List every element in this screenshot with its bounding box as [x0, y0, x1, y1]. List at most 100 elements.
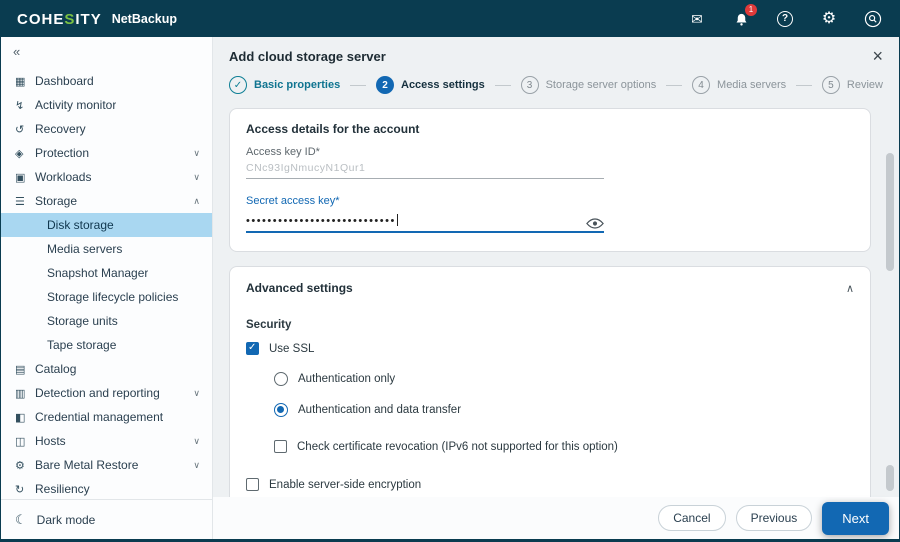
- sidebar-item-label: Hosts: [35, 434, 66, 448]
- sidebar-item-dashboard[interactable]: ▦ Dashboard: [1, 69, 212, 93]
- bare-metal-restore-icon: ⚙: [15, 459, 25, 472]
- sidebar-item-label: Activity monitor: [35, 98, 117, 112]
- topbar-icons: ✉ 1 ? ⚙: [687, 4, 883, 29]
- settings-icon[interactable]: ⚙: [819, 9, 839, 29]
- check-certificate-revocation-checkbox[interactable]: [274, 440, 287, 453]
- next-button[interactable]: Next: [822, 501, 889, 535]
- protection-icon: ◈: [15, 147, 24, 160]
- sidebar-item-label: Resiliency: [35, 482, 90, 496]
- question-glyph: ?: [777, 11, 793, 27]
- sidebar-item-label: Recovery: [35, 122, 86, 136]
- auth-only-row: Authentication only: [230, 363, 870, 394]
- step-basic-properties[interactable]: ✓ Basic properties: [229, 76, 340, 94]
- sidebar-item-workloads[interactable]: ▣ Workloads ∨: [1, 165, 212, 189]
- sidebar: « ▦ Dashboard ↯ Activity monitor ↺ Recovery…: [1, 37, 213, 539]
- notifications-icon[interactable]: 1: [731, 4, 757, 29]
- stepper-connector: [494, 84, 511, 86]
- sidebar-item-catalog[interactable]: ▤ Catalog: [1, 357, 212, 381]
- mail-glyph: ✉: [691, 11, 703, 27]
- access-key-value: CNc93IgNmucyN1Qur1: [246, 162, 366, 174]
- sidebar-item-storage-units[interactable]: Storage units: [1, 309, 212, 333]
- sidebar-item-snapshot-manager[interactable]: Snapshot Manager: [1, 261, 212, 285]
- collapse-section-icon[interactable]: ∧: [846, 282, 854, 295]
- credential-management-icon: ◧: [15, 411, 26, 424]
- use-ssl-label: Use SSL: [269, 342, 315, 355]
- eye-icon: [586, 218, 604, 229]
- cancel-button[interactable]: Cancel: [658, 505, 726, 531]
- sidebar-item-label: Storage lifecycle policies: [47, 290, 179, 304]
- scrollbar-down-button[interactable]: [886, 465, 894, 491]
- sidebar-item-label: Protection: [35, 146, 90, 160]
- security-section-title: Security: [246, 319, 292, 331]
- enable-server-side-encryption-checkbox[interactable]: [246, 478, 259, 491]
- sidebar-item-disk-storage[interactable]: Disk storage: [1, 213, 212, 237]
- sidebar-item-media-servers[interactable]: Media servers: [1, 237, 212, 261]
- authentication-and-data-transfer-label: Authentication and data transfer: [298, 404, 462, 416]
- workloads-icon: ▣: [15, 171, 26, 184]
- use-ssl-checkbox[interactable]: [246, 342, 259, 355]
- check-certificate-revocation-label: Check certificate revocation (IPv6 not s…: [297, 440, 618, 453]
- access-key-input[interactable]: CNc93IgNmucyN1Qur1: [246, 162, 604, 179]
- stepper-connector: [666, 84, 683, 86]
- sidebar-item-hosts[interactable]: ◫ Hosts ∨: [1, 429, 212, 453]
- access-details-card: Access details for the account Access ke…: [229, 108, 871, 252]
- logo-text: COHE: [17, 10, 65, 28]
- step-number: 3: [520, 76, 539, 94]
- sidebar-collapse-button[interactable]: «: [13, 44, 20, 59]
- resiliency-icon: ↻: [15, 483, 25, 496]
- cert-revocation-row: Check certificate revocation (IPv6 not s…: [230, 431, 870, 461]
- use-ssl-row: Use SSL: [230, 333, 870, 363]
- search-glyph: [864, 10, 882, 28]
- dark-mode-toggle[interactable]: ☾ Dark mode: [1, 499, 212, 539]
- step-review[interactable]: 5 Review: [821, 76, 883, 94]
- sidebar-item-label: Media servers: [47, 242, 123, 256]
- messages-icon[interactable]: ✉: [687, 9, 707, 29]
- chevron-down-icon: ∨: [193, 147, 200, 158]
- chevron-down-icon: ∨: [193, 387, 200, 398]
- chevron-up-icon: ∧: [193, 195, 200, 206]
- sidebar-item-label: Storage: [35, 194, 78, 208]
- previous-button[interactable]: Previous: [735, 505, 813, 531]
- sidebar-item-storage[interactable]: ☰ Storage ∧: [1, 189, 212, 213]
- authentication-only-radio[interactable]: [274, 372, 288, 386]
- close-icon[interactable]: ×: [872, 47, 883, 65]
- sidebar-nav: ▦ Dashboard ↯ Activity monitor ↺ Recovery ◈…: [1, 65, 212, 499]
- advanced-settings-card: Advanced settings ∧ Security Use SSL Aut…: [229, 266, 871, 497]
- help-icon[interactable]: ?: [775, 9, 795, 29]
- sidebar-item-protection[interactable]: ◈ Protection ∨: [1, 141, 212, 165]
- vertical-scrollbar[interactable]: [885, 149, 895, 491]
- step-access-settings[interactable]: 2 Access settings: [376, 76, 485, 94]
- netbackup-app-window: COHESITY NetBackup ✉ 1 ? ⚙ « ▦ Dashboard …: [0, 0, 900, 542]
- sidebar-item-label: Bare Metal Restore: [35, 458, 139, 472]
- step-number: 2: [376, 76, 394, 94]
- top-bar: COHESITY NetBackup ✉ 1 ? ⚙: [1, 1, 899, 37]
- show-password-icon[interactable]: [586, 218, 604, 229]
- sidebar-item-label: Detection and reporting: [35, 386, 160, 400]
- chevron-down-icon: ∨: [193, 459, 200, 470]
- sidebar-item-label: Catalog: [35, 362, 77, 376]
- sidebar-item-bare-metal-restore[interactable]: ⚙ Bare Metal Restore ∨: [1, 453, 212, 477]
- secret-key-input[interactable]: ••••••••••••••••••••••••••••: [246, 211, 604, 233]
- sidebar-item-label: Tape storage: [47, 338, 117, 352]
- sidebar-item-tape-storage[interactable]: Tape storage: [1, 333, 212, 357]
- notification-badge: 1: [745, 4, 757, 16]
- sidebar-item-credential-management[interactable]: ◧ Credential management: [1, 405, 212, 429]
- step-label: Media servers: [717, 79, 787, 91]
- step-check-icon: ✓: [229, 76, 247, 94]
- sidebar-item-detection-and-reporting[interactable]: ▥ Detection and reporting ∨: [1, 381, 212, 405]
- sidebar-item-storage-lifecycle-policies[interactable]: Storage lifecycle policies: [1, 285, 212, 309]
- sidebar-item-activity-monitor[interactable]: ↯ Activity monitor: [1, 93, 212, 117]
- sidebar-item-resiliency[interactable]: ↻ Resiliency: [1, 477, 212, 499]
- secret-key-value: ••••••••••••••••••••••••••••: [246, 215, 396, 227]
- wizard-footer: Cancel Previous Next: [213, 497, 899, 539]
- step-media-servers[interactable]: 4 Media servers: [692, 76, 786, 94]
- dashboard-icon: ▦: [15, 75, 26, 88]
- product-name: NetBackup: [111, 12, 177, 26]
- search-icon[interactable]: [863, 9, 883, 29]
- sidebar-item-label: Credential management: [35, 410, 164, 424]
- step-storage-server-options[interactable]: 3 Storage server options: [520, 76, 656, 94]
- sidebar-item-recovery[interactable]: ↺ Recovery: [1, 117, 212, 141]
- scrollbar-thumb[interactable]: [886, 153, 894, 271]
- authentication-and-data-transfer-radio[interactable]: [274, 403, 288, 417]
- activity-monitor-icon: ↯: [15, 99, 25, 112]
